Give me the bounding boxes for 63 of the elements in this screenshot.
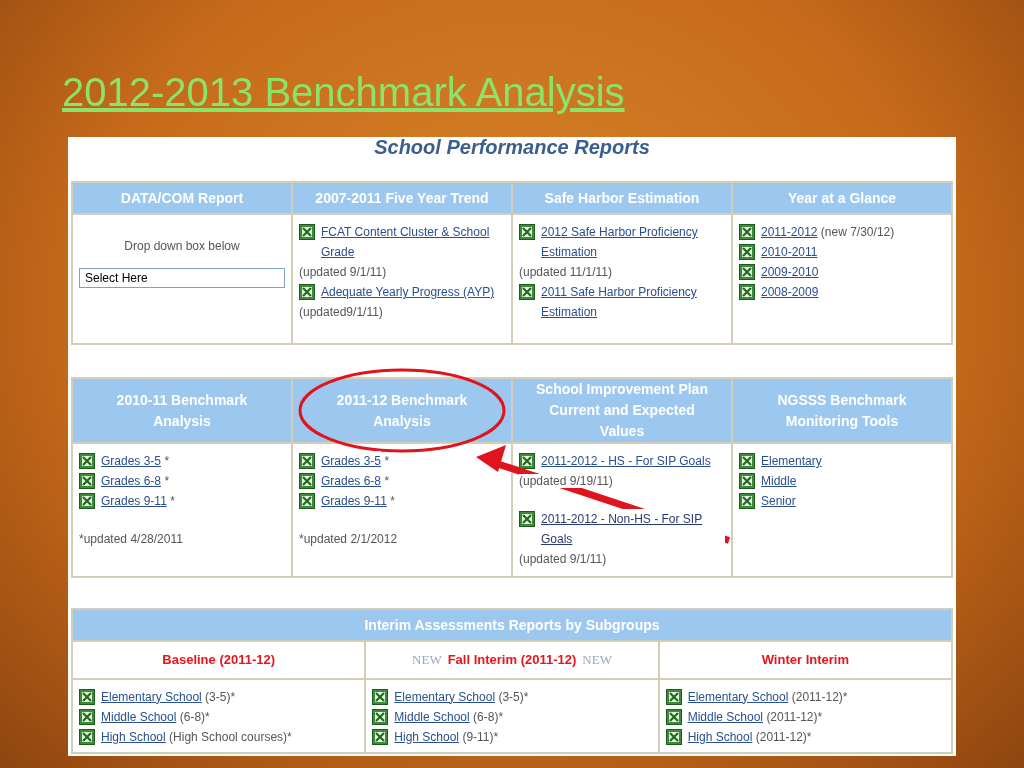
note-text: (6-8)*: [179, 709, 210, 724]
spreadsheet-icon: [739, 264, 755, 280]
note-text: (2011-12)*: [755, 729, 812, 744]
panel-heading: School Performance Reports: [373, 137, 651, 160]
spreadsheet-icon: [519, 511, 535, 527]
note-text: (High School courses)*: [169, 729, 292, 744]
spreadsheet-icon: [79, 473, 95, 489]
spreadsheet-icon: [372, 728, 389, 745]
spreadsheet-icon: [299, 284, 315, 300]
new-label: NEW: [582, 652, 612, 667]
column-header: 2010-11 Benchmark Analysis: [72, 378, 292, 443]
column-header: DATA/COM Report: [72, 182, 292, 214]
spreadsheet-icon: [739, 453, 755, 469]
spreadsheet-icon: [79, 688, 95, 705]
spreadsheet-icon: [519, 224, 535, 240]
slide-title: 2012-2013 Benchmark Analysis: [61, 69, 626, 116]
column-header: School Improvement Plan Current and Expected Values: [512, 378, 732, 443]
new-label: NEW: [412, 652, 442, 667]
note-text: (updated 9/19/11): [519, 474, 613, 488]
note-text: (2011-12)*: [791, 689, 848, 704]
note-text: (9-11)*: [462, 729, 499, 744]
spreadsheet-icon: [739, 493, 755, 509]
note-text: (2011-12)*: [766, 709, 823, 724]
spreadsheet-icon: [665, 708, 682, 725]
spreadsheet-icon: [739, 473, 755, 489]
spreadsheet-icon: [372, 688, 389, 705]
column-header: 2011-12 Benchmark Analysis: [292, 378, 512, 443]
spreadsheet-icon: [79, 728, 95, 745]
note-text: (updated9/1/11): [299, 305, 383, 319]
column-header: NGSSS Benchmark Monitoring Tools: [732, 378, 952, 443]
note-text: *updated 4/28/2011: [79, 532, 183, 546]
note-text: (6-8)*: [473, 709, 504, 724]
note-text: (new 7/30/12): [820, 225, 895, 239]
note-text: (updated 11/1/11): [519, 265, 612, 279]
spreadsheet-icon: [372, 708, 389, 725]
section-header: Interim Assessments Reports by Subgroups: [72, 609, 952, 641]
spreadsheet-icon: [739, 284, 755, 300]
note-text: (3-5)*: [205, 689, 236, 704]
spreadsheet-icon: [299, 224, 315, 240]
column-label: Fall Interim (2011-12): [447, 652, 577, 667]
spreadsheet-icon: [299, 453, 315, 469]
spreadsheet-icon: [665, 728, 682, 745]
spreadsheet-icon: [519, 453, 535, 469]
note-text: (updated 9/1/11): [299, 265, 387, 279]
column-header: Safe Harbor Estimation: [512, 182, 732, 214]
spreadsheet-icon: [299, 473, 315, 489]
column-label: Baseline (2011-12): [162, 652, 276, 667]
spreadsheet-icon: [299, 493, 315, 509]
column-header: 2007-2011 Five Year Trend: [292, 182, 512, 214]
note-text: *updated 2/1/2012: [299, 532, 398, 546]
spreadsheet-icon: [79, 708, 95, 725]
column-label: Winter Interim: [761, 652, 849, 667]
spreadsheet-icon: [79, 453, 95, 469]
note-text: (3-5)*: [498, 689, 529, 704]
note-text: (updated 9/1/11): [519, 552, 607, 566]
spreadsheet-icon: [519, 284, 535, 300]
column-header: Year at a Glance: [732, 182, 952, 214]
spreadsheet-icon: [79, 493, 95, 509]
spreadsheet-icon: [739, 244, 755, 260]
select-dropdown[interactable]: Select Here: [79, 268, 285, 288]
caption-text: Drop down box below: [124, 239, 240, 253]
spreadsheet-icon: [665, 688, 682, 705]
spreadsheet-icon: [739, 224, 755, 240]
